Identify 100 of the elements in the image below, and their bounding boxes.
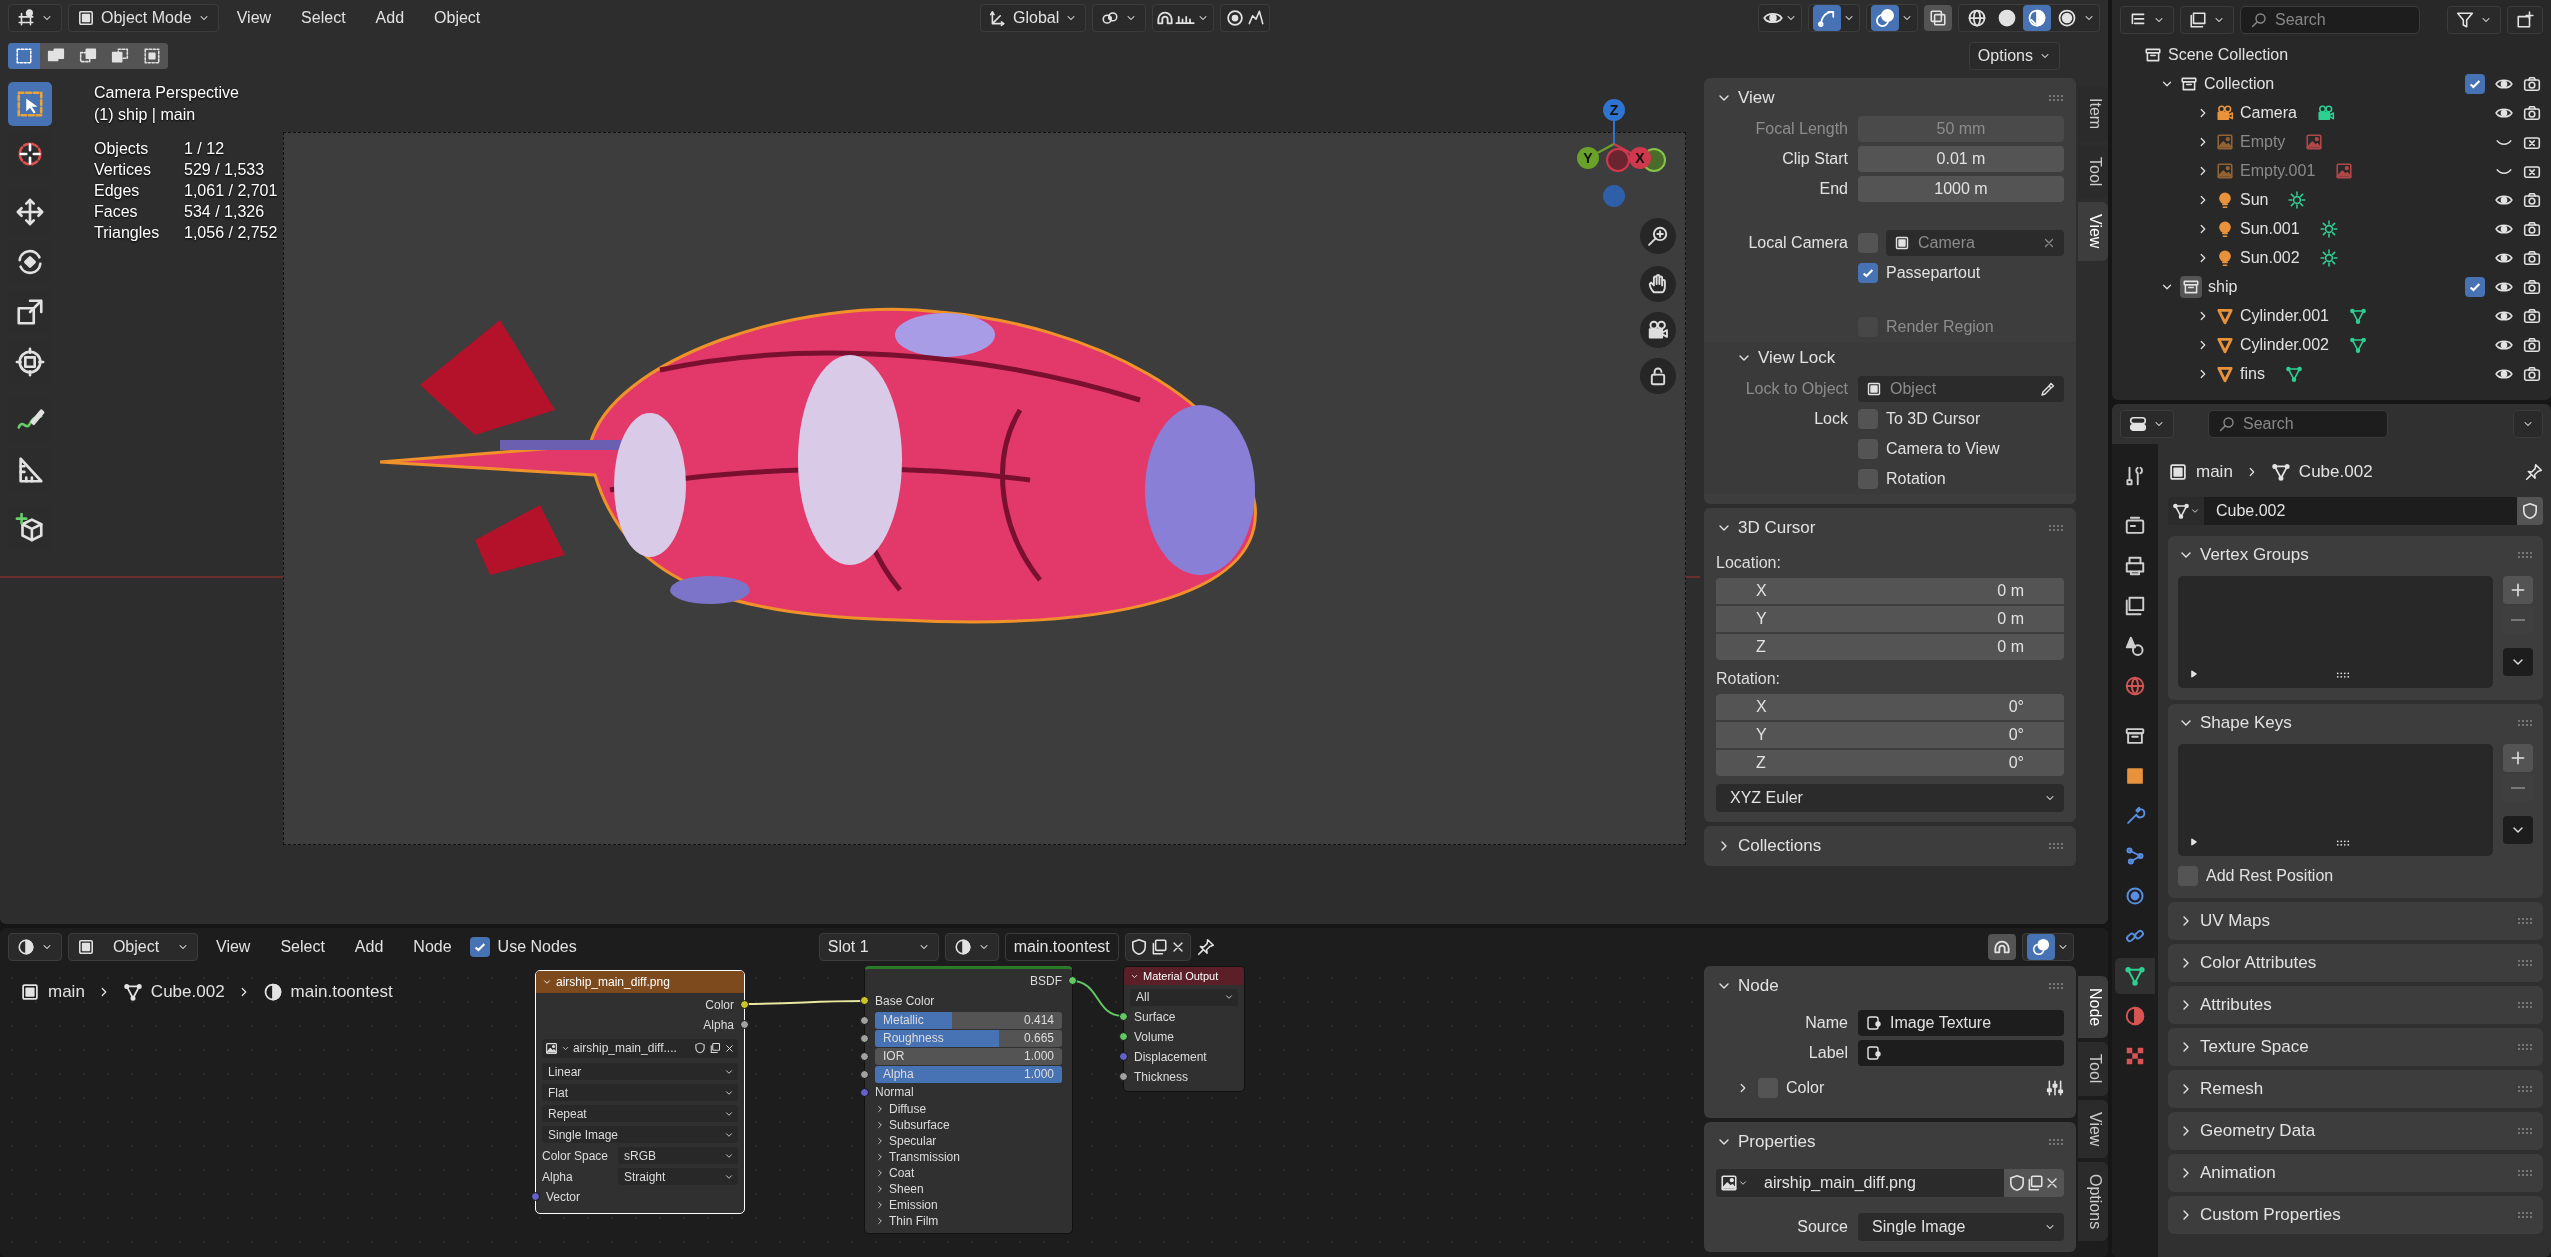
view-subtitle: (1) ship | main [94,106,197,124]
number-field[interactable]: Z 0 m [1716,634,2064,660]
breadcrumb-item: Cube.002 [2298,462,2373,482]
panel-header[interactable]: View [1716,88,1775,108]
node-panel-header[interactable]: Diffuse [889,1102,927,1116]
outliner-item[interactable]: Empty [2240,132,2286,151]
dropdown[interactable]: Linear [542,1063,738,1080]
menu-item[interactable]: Add [342,933,396,961]
node-panel-header[interactable]: Sheen [889,1182,924,1196]
panel-header[interactable]: Vertex Groups [2178,545,2309,565]
node-title: Material Output [1143,970,1219,982]
socket-label: Normal [875,1085,914,1099]
mesh-name-field[interactable]: Cube.002 [2204,497,2517,525]
dropdown[interactable]: Flat [542,1084,738,1101]
panel-header[interactable]: Collections [1716,836,1822,856]
node-panel-header[interactable]: Transmission [889,1150,960,1164]
outliner-item[interactable]: Camera [2240,103,2297,122]
view-title: Camera Perspective [94,84,240,102]
slot-dropdown[interactable]: Slot 1 [818,933,939,961]
panel-header[interactable]: Texture Space [2178,1037,2309,1057]
menu-item[interactable]: View [224,4,284,32]
image-selector[interactable]: airship_main_diff.... [542,1038,738,1058]
panel-header[interactable]: UV Maps [2178,911,2270,931]
outliner-item[interactable]: Sun.001 [2240,219,2300,238]
number-field[interactable]: Z 0° [1716,750,2064,776]
panel-header[interactable]: Animation [2178,1163,2276,1183]
number-field[interactable]: X 0° [1716,694,2064,720]
outliner-item[interactable]: ship [2208,277,2238,296]
navigation-gizmo[interactable]: Z Y X [1550,86,1680,216]
dropdown[interactable]: Repeat [542,1105,738,1122]
outliner-item[interactable]: Sun.002 [2240,248,2300,267]
image-name-field[interactable]: airship_main_diff.png [1752,1169,2004,1197]
object-field[interactable]: Object [1858,376,2064,402]
node-panel-header[interactable]: Emission [889,1198,938,1212]
search-field[interactable]: Search [2208,410,2388,438]
menu-item[interactable]: Node [401,933,464,961]
material-name-field[interactable]: main.toontest [1004,933,1119,961]
shader-type-dropdown[interactable]: Object [68,933,198,961]
stat-label: Vertices [94,161,152,179]
search-field[interactable]: Search [2240,6,2420,34]
axis-handle[interactable]: Z [1603,99,1625,145]
dropdown[interactable]: sRGB [618,1147,738,1164]
socket-label: Surface [1134,1010,1176,1024]
number-field[interactable]: Y 0 m [1716,606,2064,632]
outliner-item[interactable]: Cylinder.002 [2240,335,2329,354]
orientation-dropdown[interactable]: Global [980,4,1087,32]
node-panel-header[interactable]: Coat [889,1166,915,1180]
menu-item[interactable]: Select [268,933,337,961]
panel-header[interactable]: Attributes [2178,995,2272,1015]
axis-handle[interactable]: Y [1577,143,1615,169]
socket-label: Thickness [1134,1070,1189,1084]
sidebar-tab[interactable]: Tool [2078,1042,2108,1096]
outliner-item[interactable]: Scene Collection [2168,45,2289,64]
sidebar-tab[interactable]: Node [2078,976,2108,1039]
options-dropdown[interactable]: Options [1968,42,2060,70]
outliner-item[interactable]: Cylinder.001 [2240,306,2329,325]
menu-item[interactable]: Select [289,4,358,32]
slider[interactable]: IOR 1.000 [875,1047,1062,1065]
panel-header[interactable]: Node [1716,976,1779,996]
panel-header[interactable]: Shape Keys [2178,713,2292,733]
slider[interactable]: Metallic 0.414 [875,1011,1062,1029]
sidebar-tab[interactable]: View [2078,202,2108,261]
camera-field[interactable]: Camera [1886,230,2064,256]
sidebar-tab[interactable]: View [2078,1099,2108,1158]
name-field[interactable]: Image Texture [1858,1010,2064,1036]
slider[interactable]: Alpha 1.000 [875,1065,1062,1083]
node-panel-header[interactable]: Subsurface [889,1118,950,1132]
checkbox-label: Passepartout [1886,264,1981,282]
panel-header[interactable]: Geometry Data [2178,1121,2316,1141]
node-panel-header[interactable]: Specular [889,1134,937,1148]
outliner-item[interactable]: Sun [2240,190,2269,209]
panel-header[interactable]: Color Attributes [2178,953,2317,973]
number-field[interactable]: X 0 m [1716,578,2064,604]
dropdown[interactable]: Single Image [542,1126,738,1143]
menu-item[interactable]: View [204,933,263,961]
menu-item[interactable]: Add [363,4,417,32]
number-field[interactable]: 0.01 m [1858,146,2064,172]
dropdown[interactable]: Straight [618,1168,738,1185]
panel-header[interactable]: Remesh [2178,1079,2264,1099]
panel-header[interactable]: Properties [1716,1132,1816,1152]
panel-header[interactable]: 3D Cursor [1716,518,1816,538]
outliner-item[interactable]: Empty.001 [2240,161,2316,180]
mode-dropdown[interactable]: Object Mode [68,4,219,32]
sidebar-tab[interactable]: Options [2078,1162,2108,1242]
slider[interactable]: Roughness 0.665 [875,1029,1062,1047]
breadcrumb-item: Cube.002 [150,982,225,1002]
axis-handle[interactable]: X [1613,143,1651,169]
rotation-mode-dropdown[interactable]: XYZ Euler [1716,784,2064,812]
node-panel-header[interactable]: Thin Film [889,1214,939,1228]
outliner-item[interactable]: Collection [2204,74,2275,93]
outliner-item[interactable]: fins [2240,364,2265,383]
source-dropdown[interactable]: Single Image [1858,1213,2064,1241]
number-field[interactable]: 1000 m [1858,176,2064,202]
dropdown[interactable]: All [1130,988,1238,1006]
stat-label: Triangles [94,224,161,242]
slider-value: 1.000 [1023,1049,1054,1063]
panel-header[interactable]: View Lock [1736,348,1836,368]
menu-item[interactable]: Object [422,4,493,32]
checkbox-label: Rotation [1886,470,1946,488]
number-field[interactable]: Y 0° [1716,722,2064,748]
